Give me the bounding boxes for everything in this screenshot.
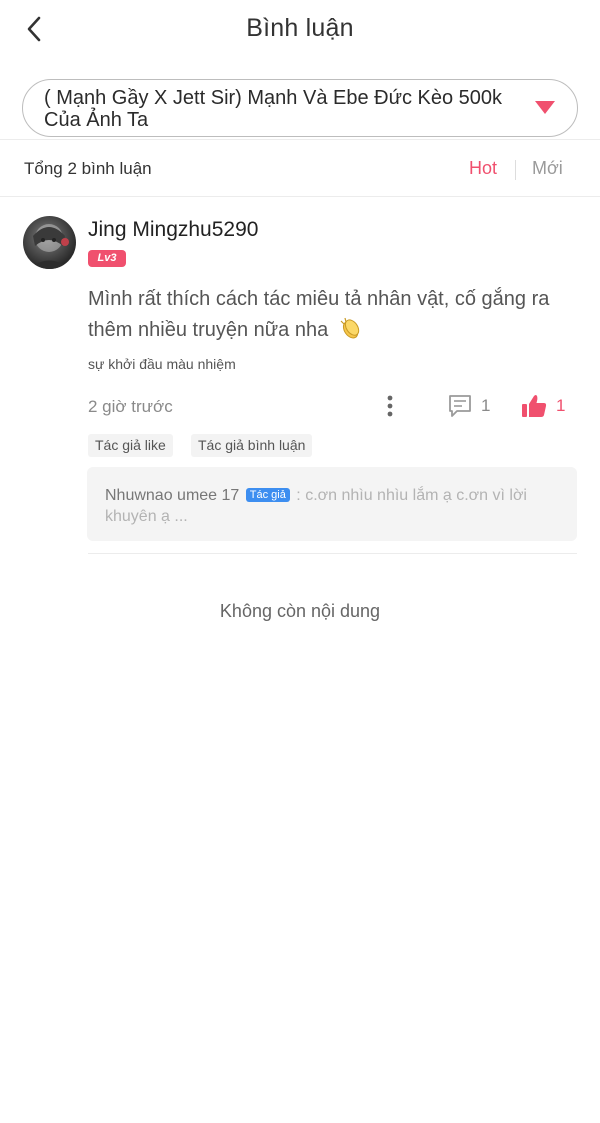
reply-preview[interactable]: Nhuwnao umee 17 Tác giả : c.ơn nhìu nhìu… (87, 467, 577, 541)
comment-bubble-icon (449, 395, 471, 417)
tab-hot[interactable]: Hot (469, 158, 497, 179)
more-vertical-icon (387, 395, 393, 417)
clapping-hands-icon (340, 317, 359, 339)
like-count: 1 (556, 396, 566, 415)
caret-down-icon (535, 101, 555, 114)
like-button[interactable]: 1 (520, 393, 570, 419)
more-options-button[interactable] (383, 393, 397, 419)
level-badge: Lv3 (88, 250, 126, 267)
reply-preview-text: Nhuwnao umee 17 Tác giả : c.ơn nhìu nhìu… (105, 485, 565, 527)
end-of-content-label: Không còn nội dung (219, 601, 381, 621)
thumbs-up-icon (522, 395, 547, 417)
comment-text: Mình rất thích cách tác miêu tả nhân vật… (88, 288, 550, 341)
total-comments-label: Tổng 2 bình luận (24, 159, 152, 178)
header-bar: Bình luận (0, 0, 600, 64)
author-badge: Tác giả (245, 488, 290, 502)
comment-text-container: Mình rất thích cách tác miêu tả nhân vật… (88, 284, 578, 346)
comment-summary-row: Tổng 2 bình luận Hot Mới (0, 140, 600, 196)
author-commented-tag: Tác giả bình luận (191, 434, 313, 457)
chapter-selector-label: ( Mạnh Gầy X Jett Sir) Mạnh Và Ebe Đức K… (44, 87, 503, 131)
page-title: Bình luận (246, 14, 354, 42)
divider (0, 196, 600, 197)
chapter-reference[interactable]: sự khởi đầu màu nhiệm (88, 356, 236, 372)
author-liked-tag: Tác giả like (88, 434, 173, 457)
tab-separator (515, 160, 516, 180)
comment-timestamp: 2 giờ trước (88, 397, 173, 416)
reply-author: Nhuwnao umee 17 (105, 487, 240, 504)
comment-username[interactable]: Jing Mingzhu5290 (88, 218, 258, 242)
tab-new[interactable]: Mới (532, 158, 563, 179)
chapter-selector[interactable]: ( Mạnh Gầy X Jett Sir) Mạnh Và Ebe Đức K… (22, 79, 578, 137)
divider (88, 553, 577, 554)
avatar-image (29, 224, 70, 269)
reply-button[interactable]: 1 (447, 394, 497, 418)
reply-count: 1 (481, 396, 491, 415)
avatar[interactable] (23, 216, 76, 269)
